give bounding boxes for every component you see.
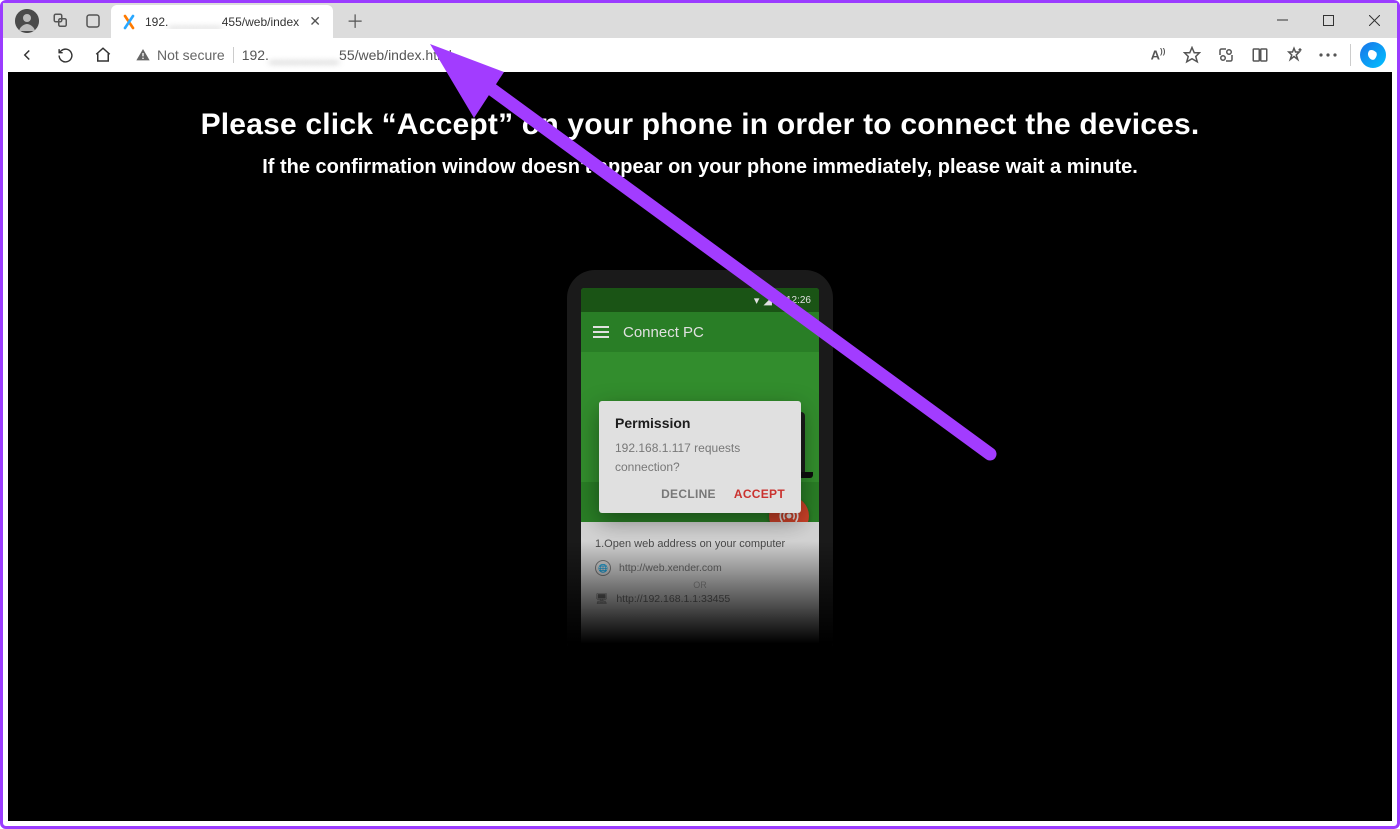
warning-icon (135, 47, 151, 63)
tab-title: 192.________455/web/index (145, 15, 299, 29)
page-subheading: If the confirmation window doesn't appea… (8, 156, 1392, 179)
battery-icon: ▮ (776, 294, 782, 307)
globe-icon: 🌐 (595, 560, 611, 576)
computer-icon: 🖥 (595, 592, 608, 605)
favorites-bar-button[interactable] (1278, 41, 1310, 69)
page-content: Please click “Accept” on your phone in o… (8, 72, 1392, 821)
url1-text: http://web.xender.com (619, 562, 722, 574)
tab-close-button[interactable]: ✕ (307, 14, 323, 30)
accept-button[interactable]: ACCEPT (734, 483, 785, 505)
dialog-actions: DECLINE ACCEPT (615, 483, 785, 505)
page-heading: Please click “Accept” on your phone in o… (8, 108, 1392, 142)
or-label: OR (595, 580, 805, 590)
browser-chrome: 192.________455/web/index ✕ ＋ Not secure… (3, 3, 1397, 72)
split-screen-button[interactable] (1244, 41, 1276, 69)
step1-label: 1.Open web address on your computer (595, 538, 805, 550)
favorite-button[interactable] (1176, 41, 1208, 69)
url2-text: http://192.168.1.1:33455 (616, 593, 730, 605)
permission-dialog: Permission 192.168.1.117 requests connec… (599, 401, 801, 513)
url-row-1: 🌐 http://web.xender.com (595, 560, 805, 576)
tab-actions-icon[interactable] (83, 11, 103, 31)
address-bar[interactable]: Not secure 192._________55/web/index.htm… (125, 40, 1136, 70)
signal-bars-icon: ◢ (763, 294, 771, 307)
refresh-button[interactable] (49, 41, 81, 69)
read-aloud-button[interactable]: A)) (1142, 41, 1174, 69)
phone-screen: ▾ ◢ ▮ 12:26 Connect PC Andoumiao (581, 288, 819, 660)
minimize-button[interactable] (1259, 6, 1305, 36)
browser-tab[interactable]: 192.________455/web/index ✕ (111, 5, 333, 39)
not-secure-label: Not secure (157, 47, 225, 63)
more-button[interactable] (1312, 41, 1344, 69)
phone-mockup: ▾ ◢ ▮ 12:26 Connect PC Andoumiao (567, 270, 833, 660)
separator (233, 47, 234, 63)
security-indicator[interactable]: Not secure (135, 47, 225, 63)
titlebar: 192.________455/web/index ✕ ＋ (3, 3, 1397, 38)
signal-icon: ▾ (754, 294, 760, 307)
toolbar-right: A)) (1142, 41, 1389, 69)
decline-button[interactable]: DECLINE (661, 483, 716, 505)
new-tab-button[interactable]: ＋ (341, 7, 369, 35)
extensions-button[interactable] (1210, 41, 1242, 69)
back-button[interactable] (11, 41, 43, 69)
hamburger-icon[interactable] (593, 326, 609, 338)
url-row-2: 🖥 http://192.168.1.1:33455 (595, 592, 805, 605)
dialog-body: 192.168.1.117 requests connection? (615, 439, 785, 477)
close-window-button[interactable] (1351, 6, 1397, 36)
url-display: 192._________55/web/index.html (242, 47, 452, 63)
tab-favicon-icon (121, 14, 137, 30)
dialog-title: Permission (615, 415, 785, 431)
profile-avatar[interactable] (15, 9, 39, 33)
maximize-button[interactable] (1305, 6, 1351, 36)
phone-appbar: Connect PC (581, 312, 819, 352)
window-controls (1259, 6, 1397, 36)
home-button[interactable] (87, 41, 119, 69)
copilot-button[interactable] (1357, 41, 1389, 69)
workspaces-icon[interactable] (51, 11, 71, 31)
toolbar: Not secure 192._________55/web/index.htm… (3, 38, 1397, 72)
status-time: 12:26 (786, 295, 811, 306)
phone-statusbar: ▾ ◢ ▮ 12:26 (581, 288, 819, 312)
lower-panel: 1.Open web address on your computer 🌐 ht… (581, 522, 819, 660)
appbar-title: Connect PC (623, 324, 704, 341)
separator (1350, 44, 1351, 66)
titlebar-left (3, 9, 103, 33)
